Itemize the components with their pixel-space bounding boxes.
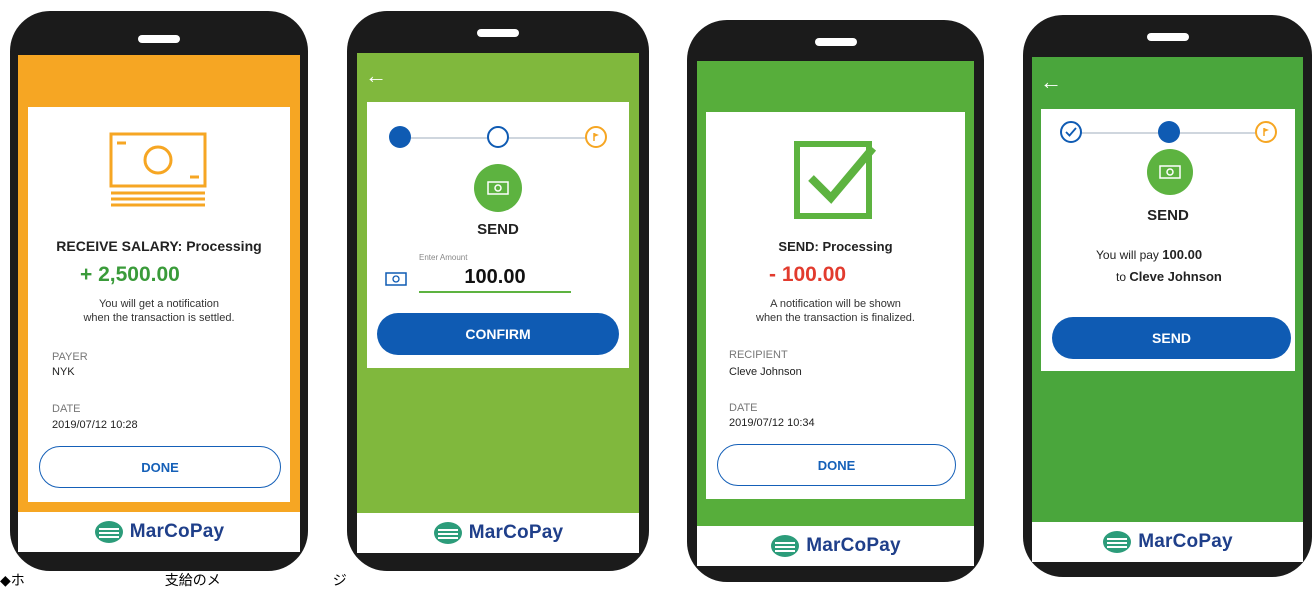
- pay-prefix: You will pay: [1096, 248, 1159, 262]
- brand-name: MarCoPay: [468, 522, 564, 543]
- pay-line: You will pay 100.00: [1096, 247, 1202, 262]
- payer-value: NYK: [52, 366, 75, 378]
- notification-note: You will get a notification when the tra…: [28, 297, 290, 325]
- amount-input[interactable]: 100.00: [419, 263, 571, 293]
- step-3-flag-icon: [1255, 121, 1277, 143]
- send-title: SEND: [477, 221, 519, 238]
- back-arrow-icon[interactable]: ←: [1040, 71, 1062, 93]
- brand-name: MarCoPay: [1138, 531, 1233, 552]
- recipient-label: RECIPIENT: [729, 349, 788, 361]
- brand-footer: MarCoPay: [357, 513, 639, 553]
- screen-send-confirm: ← SEND You will pay 100.00 to Cleve John…: [1032, 57, 1303, 562]
- marcopay-logo-icon: [771, 535, 800, 557]
- brand-footer: MarCoPay: [697, 526, 974, 566]
- to-prefix: to: [1116, 270, 1127, 284]
- receipt-card: RECEIVE SALARY: Processing + 2,500.00 Yo…: [28, 107, 290, 502]
- payer-label: PAYER: [52, 351, 88, 363]
- send-title: SEND: [1147, 207, 1189, 224]
- recipient-value: Cleve Johnson: [729, 366, 802, 378]
- screen-receive-salary: RECEIVE SALARY: Processing + 2,500.00 Yo…: [18, 55, 300, 552]
- recipient-line: to Cleve Johnson: [1116, 269, 1222, 284]
- note-line-2: when the transaction is finalized.: [756, 312, 915, 324]
- phone-4: ← SEND You will pay 100.00 to Cleve John…: [1023, 15, 1312, 577]
- phone-1: RECEIVE SALARY: Processing + 2,500.00 Yo…: [10, 11, 308, 571]
- send-card: SEND Enter Amount 100.00 CONFIRM: [367, 102, 629, 368]
- marcopay-logo-icon: [433, 522, 462, 544]
- phone-speaker: [814, 38, 857, 46]
- step-2-current-icon: [487, 126, 509, 148]
- done-button[interactable]: DONE: [717, 444, 956, 486]
- step-3-flag-icon: [585, 126, 607, 148]
- date-value: 2019/07/12 10:34: [729, 417, 815, 429]
- brand-name: MarCoPay: [129, 521, 225, 542]
- note-line-1: You will get a notification: [98, 298, 220, 310]
- phone-2: ← SEND Enter Amount 100.00 CONFIRM MarCo…: [347, 11, 649, 571]
- brand-footer: MarCoPay: [18, 512, 300, 552]
- pay-amount: 100.00: [1162, 247, 1203, 262]
- date-label: DATE: [729, 402, 758, 414]
- money-circle-icon: [474, 164, 522, 212]
- brand-name: MarCoPay: [806, 535, 901, 556]
- banknote-icon: [109, 132, 207, 207]
- checkbox-check-icon: [794, 141, 877, 219]
- confirm-button[interactable]: CONFIRM: [377, 313, 619, 355]
- phone-speaker: [1146, 33, 1189, 41]
- back-arrow-icon[interactable]: ←: [365, 65, 387, 87]
- transaction-amount: + 2,500.00: [80, 263, 180, 286]
- phone-3: SEND: Processing - 100.00 A notification…: [687, 20, 984, 582]
- receipt-card: SEND: Processing - 100.00 A notification…: [706, 112, 965, 499]
- step-2-current-icon: [1158, 121, 1180, 143]
- screen-send-processing: SEND: Processing - 100.00 A notification…: [697, 61, 974, 566]
- notification-note: A notification will be shown when the tr…: [706, 297, 965, 325]
- marcopay-logo-icon: [94, 521, 123, 543]
- note-line-1: A notification will be shown: [770, 298, 901, 310]
- date-label: DATE: [52, 403, 81, 415]
- marcopay-logo-icon: [1103, 531, 1132, 553]
- amount-placeholder: Enter Amount: [419, 253, 468, 262]
- phone-speaker: [138, 35, 180, 43]
- step-1-complete-icon: [1060, 121, 1082, 143]
- figure-caption: ◆ホ 支給のメ ジ: [0, 572, 347, 588]
- money-circle-icon: [1147, 149, 1193, 195]
- brand-footer: MarCoPay: [1032, 522, 1303, 562]
- done-button[interactable]: DONE: [39, 446, 281, 488]
- screen-send-amount: ← SEND Enter Amount 100.00 CONFIRM MarCo…: [357, 53, 639, 553]
- note-line-2: when the transaction is settled.: [83, 312, 235, 324]
- transaction-title: RECEIVE SALARY: Processing: [56, 238, 262, 254]
- phone-speaker: [477, 29, 519, 37]
- send-button[interactable]: SEND: [1052, 317, 1291, 359]
- step-1-done-icon: [389, 126, 411, 148]
- cash-icon: [385, 272, 407, 286]
- transaction-title: SEND: Processing: [778, 239, 893, 254]
- recipient-name: Cleve Johnson: [1129, 269, 1222, 284]
- confirm-card: SEND You will pay 100.00 to Cleve Johnso…: [1041, 109, 1295, 371]
- transaction-amount: - 100.00: [769, 263, 847, 286]
- date-value: 2019/07/12 10:28: [52, 419, 138, 431]
